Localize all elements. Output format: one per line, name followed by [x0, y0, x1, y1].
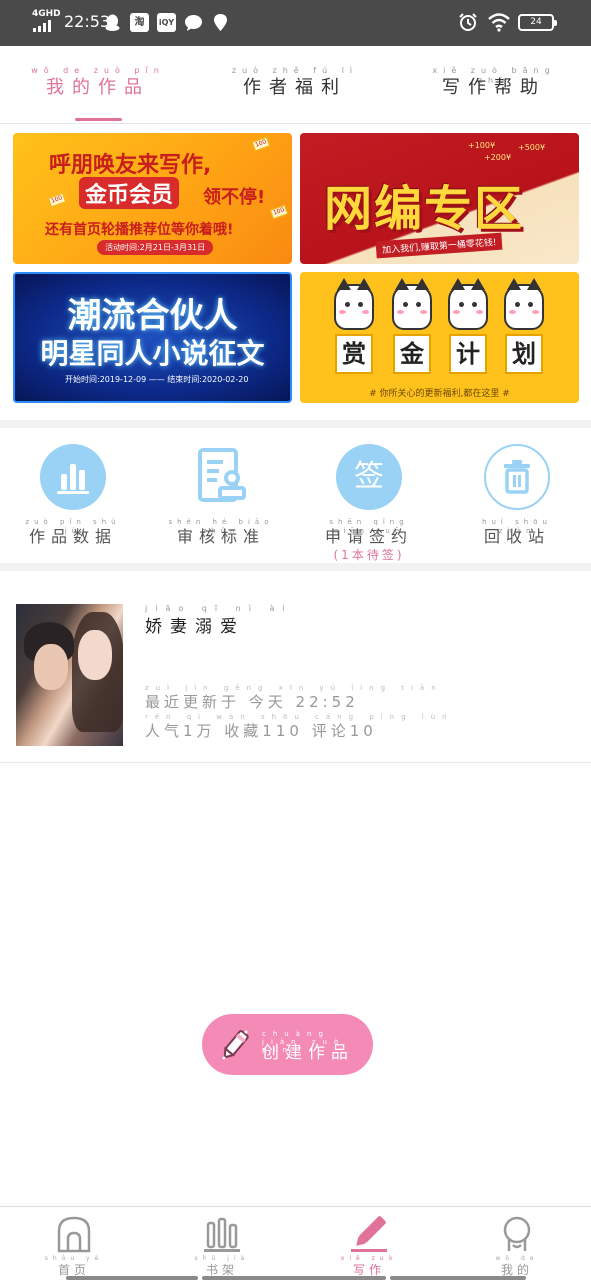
banner-grid: 呼朋唤友来写作, 金币会员 领不停! 还有首页轮播推荐位等你着哦! 活动时间:2…: [0, 124, 591, 420]
alarm-icon: [459, 13, 477, 31]
cat-icon: [392, 278, 432, 330]
coin-decoration: 100: [251, 136, 271, 152]
tool-label: 申请签约: [324, 527, 413, 546]
iqiyi-icon: iQY: [157, 13, 176, 32]
tool-pinyin: shěn hé biāo zhǔn: [168, 518, 274, 535]
section-divider: [0, 420, 591, 428]
coin-decoration: 100: [47, 192, 67, 208]
reward-char: 赏: [335, 334, 373, 374]
coin-decoration: 100: [269, 204, 289, 220]
tool-recycle-bin[interactable]: huí shōu zhàn 回收站: [462, 444, 572, 547]
nav-pinyin: shū jià: [194, 1255, 250, 1262]
money-decoration: +500¥: [518, 143, 546, 152]
nav-pinyin: shǒu yè: [44, 1255, 104, 1262]
bottom-nav: shǒu yè 首页 shū jià 书架 xiě zuò 写作 wǒ de 我…: [0, 1206, 591, 1280]
tool-pinyin: shēn qǐng qiān yuē: [329, 518, 409, 535]
cat-icon: [334, 278, 374, 330]
nav-bookshelf[interactable]: shū jià 书架: [162, 1215, 282, 1277]
trash-icon: [484, 444, 550, 510]
banner-subtitle: 明星同人小说征文: [40, 337, 265, 370]
active-tab-indicator: [75, 118, 122, 121]
tab-author-benefits[interactable]: zuò zhě fú lì 作者福利: [225, 66, 365, 100]
banner-dates: 开始时间:2019-12-09 —— 结束时间:2020-02-20: [65, 375, 249, 384]
book-cover: [16, 604, 123, 746]
profile-icon: [503, 1216, 531, 1251]
tool-apply-contract[interactable]: 签 shēn qǐng qiān yuē 申请签约 (1本待签): [314, 444, 424, 563]
signal-icon: [33, 20, 51, 32]
money-decoration: +100¥: [468, 141, 496, 150]
network-type: 4GHD: [32, 9, 61, 19]
tool-label: 回收站: [483, 527, 550, 546]
banner-title: 潮流合伙人: [67, 296, 238, 336]
cat-icon: [448, 278, 488, 330]
work-title: 娇妻溺爱: [145, 617, 245, 637]
banner-headline: 呼朋唤友来写作,: [49, 153, 212, 178]
pen-icon: [351, 1216, 387, 1252]
pending-contract-note: (1本待签): [333, 548, 405, 562]
nav-pinyin: xiě zuò: [340, 1255, 398, 1262]
tab-pinyin: wǒ de zuò pǐn: [31, 66, 165, 75]
taobao-icon: 淘: [130, 13, 149, 32]
gesture-bar: [202, 1276, 386, 1280]
tab-writing-help[interactable]: xiě zuò bāng zhù 写作帮助: [424, 66, 564, 100]
banner-text: 领不停!: [203, 187, 266, 208]
reward-char: 计: [449, 334, 487, 374]
qq-icon: [105, 14, 120, 31]
cat-icon: [504, 278, 544, 330]
tool-works-data[interactable]: zuò pǐn shù jù 作品数据: [18, 444, 128, 547]
banner-title: 网编专区: [324, 181, 525, 237]
tool-review-standards[interactable]: shěn hé biāo zhǔn 审核标准: [166, 444, 276, 547]
tab-my-works[interactable]: wǒ de zuò pǐn 我的作品: [28, 66, 168, 100]
gesture-bar: [66, 1276, 198, 1280]
wifi-icon: [488, 13, 510, 32]
nav-write[interactable]: xiě zuò 写作: [309, 1215, 429, 1277]
battery-indicator: 24: [518, 14, 557, 31]
create-work-button[interactable]: chuàng jiàn zuò pǐn 创建作品: [202, 1014, 373, 1075]
nav-label: 书架: [205, 1263, 238, 1277]
banner-footer: # 你所关心的更新福利,都在这里 #: [369, 389, 510, 399]
sign-icon: 签: [336, 444, 402, 510]
nav-label: 我的: [500, 1263, 533, 1277]
pencil-icon: [222, 1030, 249, 1060]
bar-chart-icon: [40, 444, 106, 510]
tab-pinyin: xiě zuò bāng zhù: [432, 66, 556, 85]
section-divider: [0, 563, 591, 571]
status-bar: 4GHD 22:53 淘 iQY 24: [0, 0, 591, 46]
nav-label: 首页: [57, 1263, 90, 1277]
document-stamp-icon: [188, 444, 254, 510]
tab-label: 写作帮助: [442, 77, 546, 98]
nav-pinyin: wǒ de: [495, 1255, 539, 1262]
create-button-label: 创建作品: [262, 1043, 354, 1063]
tab-label: 我的作品: [46, 77, 150, 98]
money-decoration: +200¥: [484, 153, 512, 162]
message-icon: [185, 15, 202, 31]
nav-profile[interactable]: wǒ de 我的: [457, 1215, 577, 1277]
banner-trend-partner[interactable]: 潮流合伙人 明星同人小说征文 开始时间:2019-12-09 —— 结束时间:2…: [13, 272, 292, 403]
tool-pinyin: zuò pǐn shù jù: [25, 518, 121, 535]
location-icon: [214, 14, 227, 31]
top-tabs: wǒ de zuò pǐn 我的作品 zuò zhě fú lì 作者福利 xi…: [0, 46, 591, 124]
banner-highlight: 金币会员: [79, 177, 180, 209]
banner-reward-plan[interactable]: 赏 金 计 划 # 你所关心的更新福利,都在这里 #: [300, 272, 579, 403]
nav-home[interactable]: shǒu yè 首页: [14, 1215, 134, 1277]
work-stats: 人气1万 收藏110 评论10: [145, 722, 377, 740]
banner-invite-friends[interactable]: 呼朋唤友来写作, 金币会员 领不停! 还有首页轮播推荐位等你着哦! 活动时间:2…: [13, 133, 292, 264]
sign-glyph: 签: [354, 459, 384, 494]
tools-row: zuò pǐn shù jù 作品数据 shěn hé biāo zhǔn 审核…: [0, 428, 591, 563]
tool-pinyin: huí shōu zhàn: [482, 518, 552, 535]
banner-subtext: 还有首页轮播推荐位等你着哦!: [45, 222, 234, 238]
nav-label: 写作: [352, 1263, 385, 1277]
reward-char: 划: [505, 334, 543, 374]
gesture-bar: [390, 1276, 526, 1280]
reward-char: 金: [393, 334, 431, 374]
tool-label: 审核标准: [176, 527, 265, 546]
home-icon: [57, 1216, 91, 1253]
tab-pinyin: zuò zhě fú lì: [231, 66, 359, 75]
tool-label: 作品数据: [28, 527, 117, 546]
banner-web-editor[interactable]: +100¥ +500¥ +200¥ 网编专区 加入我们,赚取第一桶零花钱!: [300, 133, 579, 264]
work-update-time: 最近更新于 今天 22:52: [145, 693, 359, 711]
bookshelf-icon: [204, 1217, 240, 1252]
banner-date: 活动时间:2月21日-3月31日: [97, 240, 214, 255]
tab-label: 作者福利: [243, 77, 347, 98]
